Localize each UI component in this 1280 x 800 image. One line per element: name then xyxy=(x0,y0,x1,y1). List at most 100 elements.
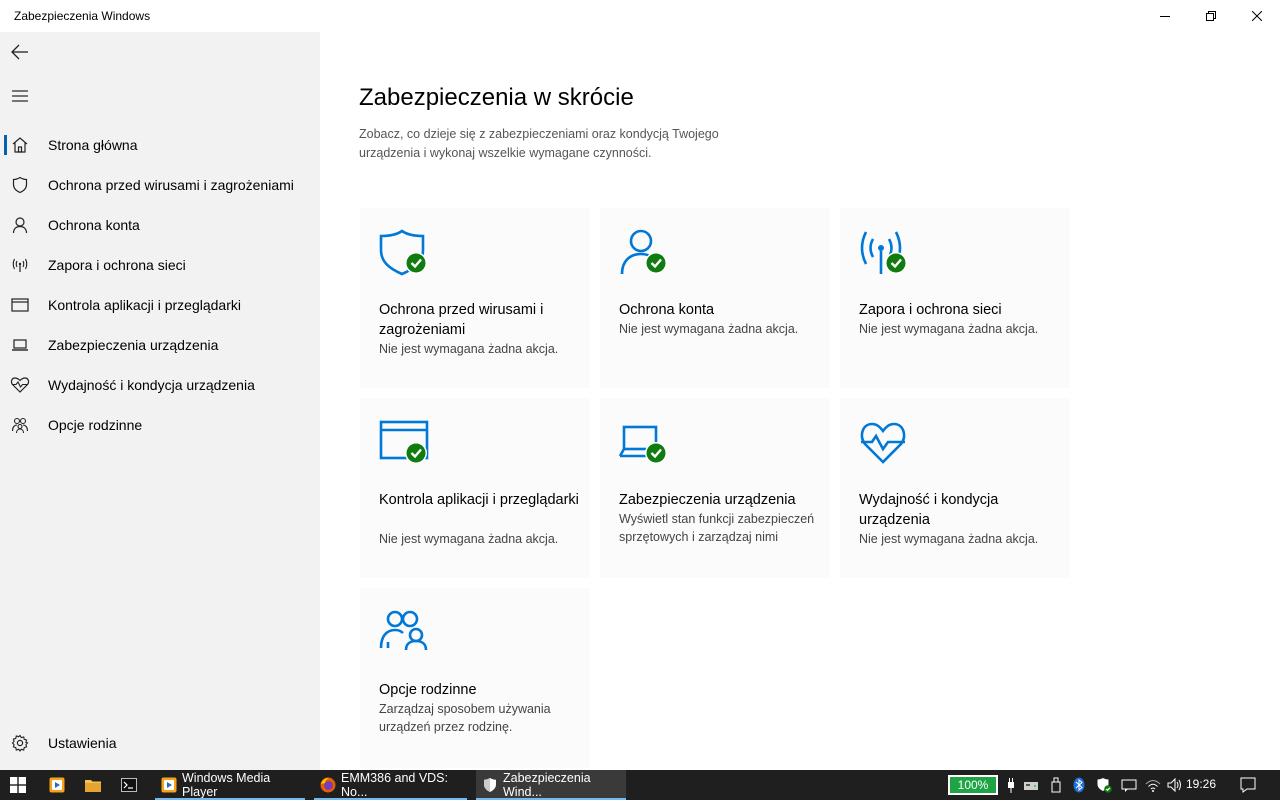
sidebar-item-label: Strona główna xyxy=(48,137,138,153)
battery-percent: 100% xyxy=(957,778,989,792)
folder-icon xyxy=(85,780,101,792)
shield-icon xyxy=(484,778,496,792)
card-account-protection[interactable]: Ochrona konta Nie jest wymagana żadna ak… xyxy=(600,208,830,388)
sidebar-item-settings[interactable]: Ustawienia xyxy=(0,723,320,763)
tray-volume[interactable] xyxy=(1164,770,1186,800)
main-content: Zabezpieczenia w skrócie Zobacz, co dzie… xyxy=(320,32,1280,770)
sidebar-item-label: Zabezpieczenia urządzenia xyxy=(48,337,219,353)
firefox-icon xyxy=(320,777,336,793)
antenna-icon xyxy=(10,255,30,275)
app-window-check-icon xyxy=(379,420,429,464)
laptop-icon xyxy=(10,335,30,355)
tray-windows-security[interactable] xyxy=(1092,770,1116,800)
shield-check-icon xyxy=(1097,778,1112,793)
hamburger-icon xyxy=(12,90,28,102)
taskbar-app-media-player[interactable]: Windows Media Player xyxy=(155,770,305,800)
title-bar: Zabezpieczenia Windows xyxy=(0,0,1280,32)
sidebar-item-app-browser-control[interactable]: Kontrola aplikacji i przeglądarki xyxy=(0,285,320,325)
speaker-icon xyxy=(1167,778,1181,792)
family-icon xyxy=(379,610,428,651)
tray-usb[interactable] xyxy=(1002,770,1020,800)
page-subtitle: Zobacz, co dzieje się z zabezpieczeniami… xyxy=(359,127,719,160)
tray-usb-device[interactable] xyxy=(1046,770,1066,800)
heart-pulse-icon xyxy=(10,375,30,395)
tray-bluetooth[interactable] xyxy=(1068,770,1090,800)
sidebar-item-virus-protection[interactable]: Ochrona przed wirusami i zagrożeniami xyxy=(0,165,320,205)
close-icon xyxy=(1252,11,1262,21)
pinned-media-player[interactable] xyxy=(40,770,74,800)
taskbar-app-label: EMM386 and VDS: No... xyxy=(341,771,448,799)
shield-icon xyxy=(10,175,30,195)
person-icon xyxy=(10,215,30,235)
card-description: Nie jest wymagana żadna akcja. xyxy=(859,532,1039,546)
sidebar-item-label: Ochrona konta xyxy=(48,217,140,233)
sidebar-item-firewall[interactable]: Zapora i ochrona sieci xyxy=(0,245,320,285)
notifications-button[interactable] xyxy=(1234,770,1262,800)
card-app-browser-control[interactable]: Kontrola aplikacji i przeglądarki Nie je… xyxy=(360,398,590,578)
home-icon xyxy=(10,135,30,155)
card-title: Opcje rodzinne xyxy=(379,682,477,698)
close-button[interactable] xyxy=(1234,0,1280,32)
minimize-button[interactable] xyxy=(1142,0,1188,32)
card-title: Zabezpieczenia urządzenia xyxy=(619,492,796,508)
sidebar-item-device-performance[interactable]: Wydajność i kondycja urządzenia xyxy=(0,365,320,405)
card-device-performance[interactable]: Wydajność i kondycja urządzenia Nie jest… xyxy=(840,398,1070,578)
terminal-icon xyxy=(121,778,137,792)
card-title: Ochrona przed wirusami i zagrożeniami xyxy=(379,302,544,338)
taskbar-app-firefox[interactable]: EMM386 and VDS: No... xyxy=(314,770,467,800)
family-icon xyxy=(10,415,30,435)
sidebar-item-label: Opcje rodzinne xyxy=(48,417,143,433)
sidebar-item-label: Ochrona przed wirusami i zagrożeniami xyxy=(48,177,294,193)
sidebar-nav: Strona główna Ochrona przed wirusami i z… xyxy=(0,125,320,445)
start-button[interactable] xyxy=(0,770,36,800)
card-description: Nie jest wymagana żadna akcja. xyxy=(619,322,799,336)
pinned-file-explorer[interactable] xyxy=(76,770,110,800)
restore-button[interactable] xyxy=(1188,0,1234,32)
gear-icon xyxy=(10,733,30,753)
windows-logo-icon xyxy=(10,777,26,793)
card-description: Zarządzaj sposobem używania urządzeń prz… xyxy=(379,702,551,734)
sidebar-item-account-protection[interactable]: Ochrona konta xyxy=(0,205,320,245)
taskbar-clock[interactable]: 19:26 xyxy=(1186,777,1216,791)
settings-label: Ustawienia xyxy=(48,735,117,751)
bluetooth-icon xyxy=(1073,777,1085,793)
card-title: Zapora i ochrona sieci xyxy=(859,302,1002,318)
card-description: Wyświetl stan funkcji zabezpieczeń sprzę… xyxy=(619,512,815,544)
card-firewall[interactable]: Zapora i ochrona sieci Nie jest wymagana… xyxy=(840,208,1070,388)
notification-icon xyxy=(1240,777,1256,793)
card-title: Ochrona konta xyxy=(619,302,715,318)
sidebar-item-home[interactable]: Strona główna xyxy=(0,125,320,165)
taskbar: Windows Media Player EMM386 and VDS: No.… xyxy=(0,770,1280,800)
card-device-security[interactable]: Zabezpieczenia urządzenia Wyświetl stan … xyxy=(600,398,830,578)
tray-drive[interactable] xyxy=(1020,770,1042,800)
window-title: Zabezpieczenia Windows xyxy=(14,9,151,23)
card-virus-protection[interactable]: Ochrona przed wirusami i zagrożeniami Ni… xyxy=(360,208,590,388)
media-player-icon xyxy=(49,777,65,793)
sidebar: Strona główna Ochrona przed wirusami i z… xyxy=(0,32,320,770)
wifi-icon xyxy=(1145,780,1161,792)
laptop-check-icon xyxy=(618,425,667,464)
tray-action-center[interactable] xyxy=(1118,770,1140,800)
message-icon xyxy=(1121,779,1137,792)
card-description: Nie jest wymagana żadna akcja. xyxy=(859,322,1039,336)
person-check-icon xyxy=(620,229,667,275)
sidebar-item-device-security[interactable]: Zabezpieczenia urządzenia xyxy=(0,325,320,365)
usb-plug-icon xyxy=(1008,778,1014,793)
tray-network[interactable] xyxy=(1142,770,1164,800)
heart-pulse-icon xyxy=(860,422,906,464)
pinned-terminal[interactable] xyxy=(112,770,146,800)
back-button[interactable] xyxy=(0,32,40,72)
antenna-check-icon xyxy=(860,231,907,274)
card-description: Nie jest wymagana żadna akcja. xyxy=(379,342,559,356)
card-family-options[interactable]: Opcje rodzinne Zarządzaj sposobem używan… xyxy=(360,588,590,768)
shield-check-icon xyxy=(379,229,427,276)
menu-button[interactable] xyxy=(0,76,40,116)
taskbar-app-windows-security[interactable]: Zabezpieczenia Wind... xyxy=(476,770,626,800)
battery-indicator[interactable]: 100% xyxy=(948,775,998,795)
sidebar-item-family-options[interactable]: Opcje rodzinne xyxy=(0,405,320,445)
card-title: Wydajność i kondycja urządzenia xyxy=(859,492,999,528)
back-arrow-icon xyxy=(11,44,28,60)
card-title: Kontrola aplikacji i przeglądarki xyxy=(379,492,579,508)
card-description: Nie jest wymagana żadna akcja. xyxy=(379,532,559,546)
restore-icon xyxy=(1206,11,1216,21)
